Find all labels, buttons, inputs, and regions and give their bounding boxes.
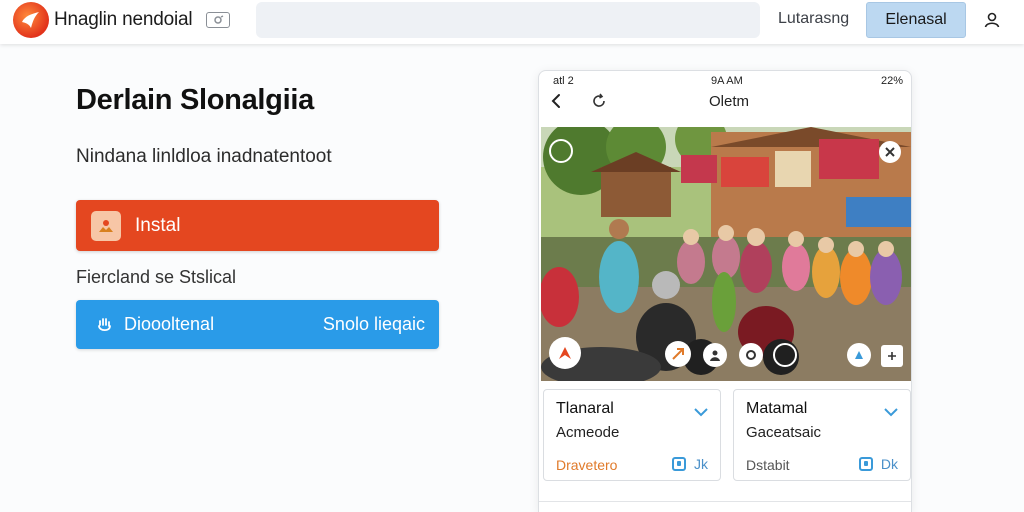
status-time: 9A AM	[711, 75, 743, 87]
refresh-icon[interactable]	[589, 91, 609, 111]
photo-close-icon[interactable]	[879, 141, 901, 163]
hand-icon	[94, 314, 116, 336]
card-action[interactable]: Jk	[672, 456, 708, 472]
card-action-label: Jk	[694, 456, 708, 472]
community-photo[interactable]	[541, 127, 911, 381]
photo-location-icon[interactable]	[739, 343, 763, 367]
card-action-label: Dk	[880, 456, 898, 472]
download-aux-text: Snolo lieqaic	[322, 314, 425, 334]
phone-nav-title: Oletm	[709, 93, 750, 110]
install-button[interactable]: Instal	[76, 200, 439, 251]
check-icon	[672, 457, 686, 471]
card-action[interactable]: Dk	[858, 456, 898, 472]
check-icon	[858, 457, 873, 471]
info-card[interactable]: Tlanaral Acmeode Dravetero Jk	[543, 389, 721, 481]
photo-record-icon[interactable]	[773, 343, 797, 367]
info-card[interactable]: Matamal Gaceatsaic Dstabit Dk	[733, 389, 911, 481]
photo-person-icon[interactable]	[703, 343, 727, 367]
photo-comment-icon[interactable]	[549, 139, 573, 163]
back-icon[interactable]	[547, 91, 567, 111]
install-label: Instal	[135, 214, 181, 236]
chip-icon[interactable]	[206, 12, 230, 28]
status-battery: 22%	[880, 75, 903, 87]
card-meta: Dstabit	[746, 457, 790, 473]
card-title: Tlanaral	[556, 400, 614, 417]
photo-more-icon[interactable]	[881, 345, 903, 367]
photo-share-icon[interactable]	[549, 337, 581, 369]
logo-icon[interactable]	[13, 2, 49, 38]
user-icon[interactable]	[976, 4, 1008, 36]
chevron-down-icon[interactable]	[694, 404, 708, 417]
chevron-down-icon[interactable]	[884, 404, 898, 417]
page-title: Derlain Slonalgiia	[76, 84, 314, 116]
app-title: Hnaglin nendoial	[54, 9, 193, 30]
card-title: Matamal	[746, 400, 808, 417]
photo-tag-icon[interactable]	[665, 341, 691, 367]
card-meta: Dravetero	[556, 457, 618, 473]
status-signal: atl 2	[553, 75, 574, 87]
phone-mockup: atl 2 9A AM 22% Oletm Tlanaral Acmeode D…	[538, 70, 912, 512]
search-input[interactable]	[256, 2, 760, 38]
photo-like-icon[interactable]	[847, 343, 871, 367]
download-button[interactable]: Dioooltenal Snolo lieqaic	[76, 300, 439, 349]
top-nav-link[interactable]: Lutarasng	[778, 10, 849, 28]
install-app-icon	[91, 210, 121, 241]
page-subtitle: Nindana linldloa inadnatentoot	[76, 146, 332, 167]
divider	[539, 501, 911, 502]
header-primary-button[interactable]: Elenasal	[866, 2, 966, 38]
card-subtitle: Acmeode	[556, 424, 620, 441]
download-label: Dioooltenal	[124, 314, 215, 334]
top-bar: Hnaglin nendoial Lutarasng Elenasal	[0, 0, 1024, 44]
card-subtitle: Gaceatsaic	[746, 424, 822, 441]
secondary-text: Fiercland se Stslical	[76, 267, 237, 287]
